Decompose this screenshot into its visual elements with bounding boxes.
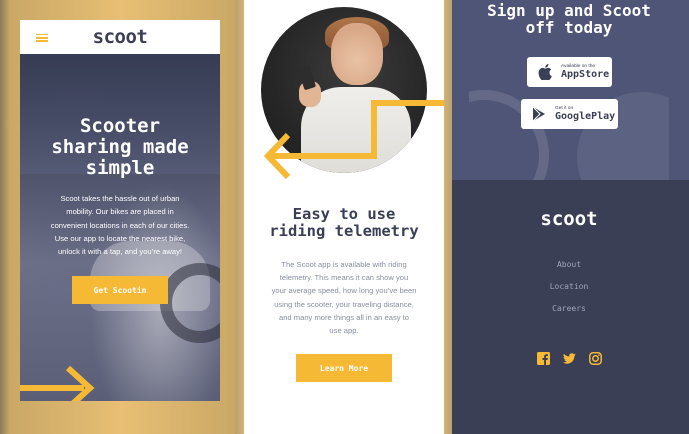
logo[interactable]: scoot: [20, 26, 220, 48]
header: scoot: [20, 20, 220, 54]
feature-title: Easy to use riding telemetry: [269, 205, 419, 240]
arrow-right-icon: [20, 365, 95, 401]
social-links: [469, 352, 669, 365]
footer-nav: About Location Careers: [469, 254, 669, 320]
google-play-badge[interactable]: Get it on GooglePlay: [521, 99, 618, 129]
get-scootin-button[interactable]: Get Scootin: [72, 276, 168, 304]
signup-title: Sign up and Scoot off today: [487, 1, 651, 37]
app-store-badge[interactable]: Available on the AppStore: [527, 57, 612, 87]
feature-description: The Scoot app is available with riding t…: [271, 260, 417, 336]
mobile-screen-feature: Easy to use riding telemetry The Scoot a…: [244, 0, 444, 434]
footer-link-location[interactable]: Location: [469, 276, 669, 298]
google-play-name: GooglePlay: [555, 111, 616, 122]
footer: scoot About Location Careers: [469, 180, 669, 414]
facebook-icon[interactable]: [536, 352, 550, 365]
footer-logo[interactable]: scoot: [469, 208, 669, 230]
arrow-left-icon: [263, 100, 444, 180]
footer-link-careers[interactable]: Careers: [469, 298, 669, 320]
hero-description: Scoot takes the hassle out of urban mobi…: [50, 194, 190, 257]
footer-link-about[interactable]: About: [469, 254, 669, 276]
learn-more-button[interactable]: Learn More: [296, 354, 392, 382]
app-store-name: AppStore: [561, 69, 610, 80]
twitter-icon[interactable]: [562, 352, 576, 365]
mobile-screen-home: scoot Scooter sharing made simple Scoot …: [20, 20, 220, 401]
hero-title: Scooter sharing made simple: [51, 115, 189, 179]
instagram-icon[interactable]: [588, 352, 602, 365]
signup-section: Sign up and Scoot off today Available on…: [469, 0, 669, 180]
hero-section: Scooter sharing made simple Scoot takes …: [20, 54, 220, 401]
google-play-icon: [529, 104, 549, 124]
apple-icon: [535, 62, 555, 82]
